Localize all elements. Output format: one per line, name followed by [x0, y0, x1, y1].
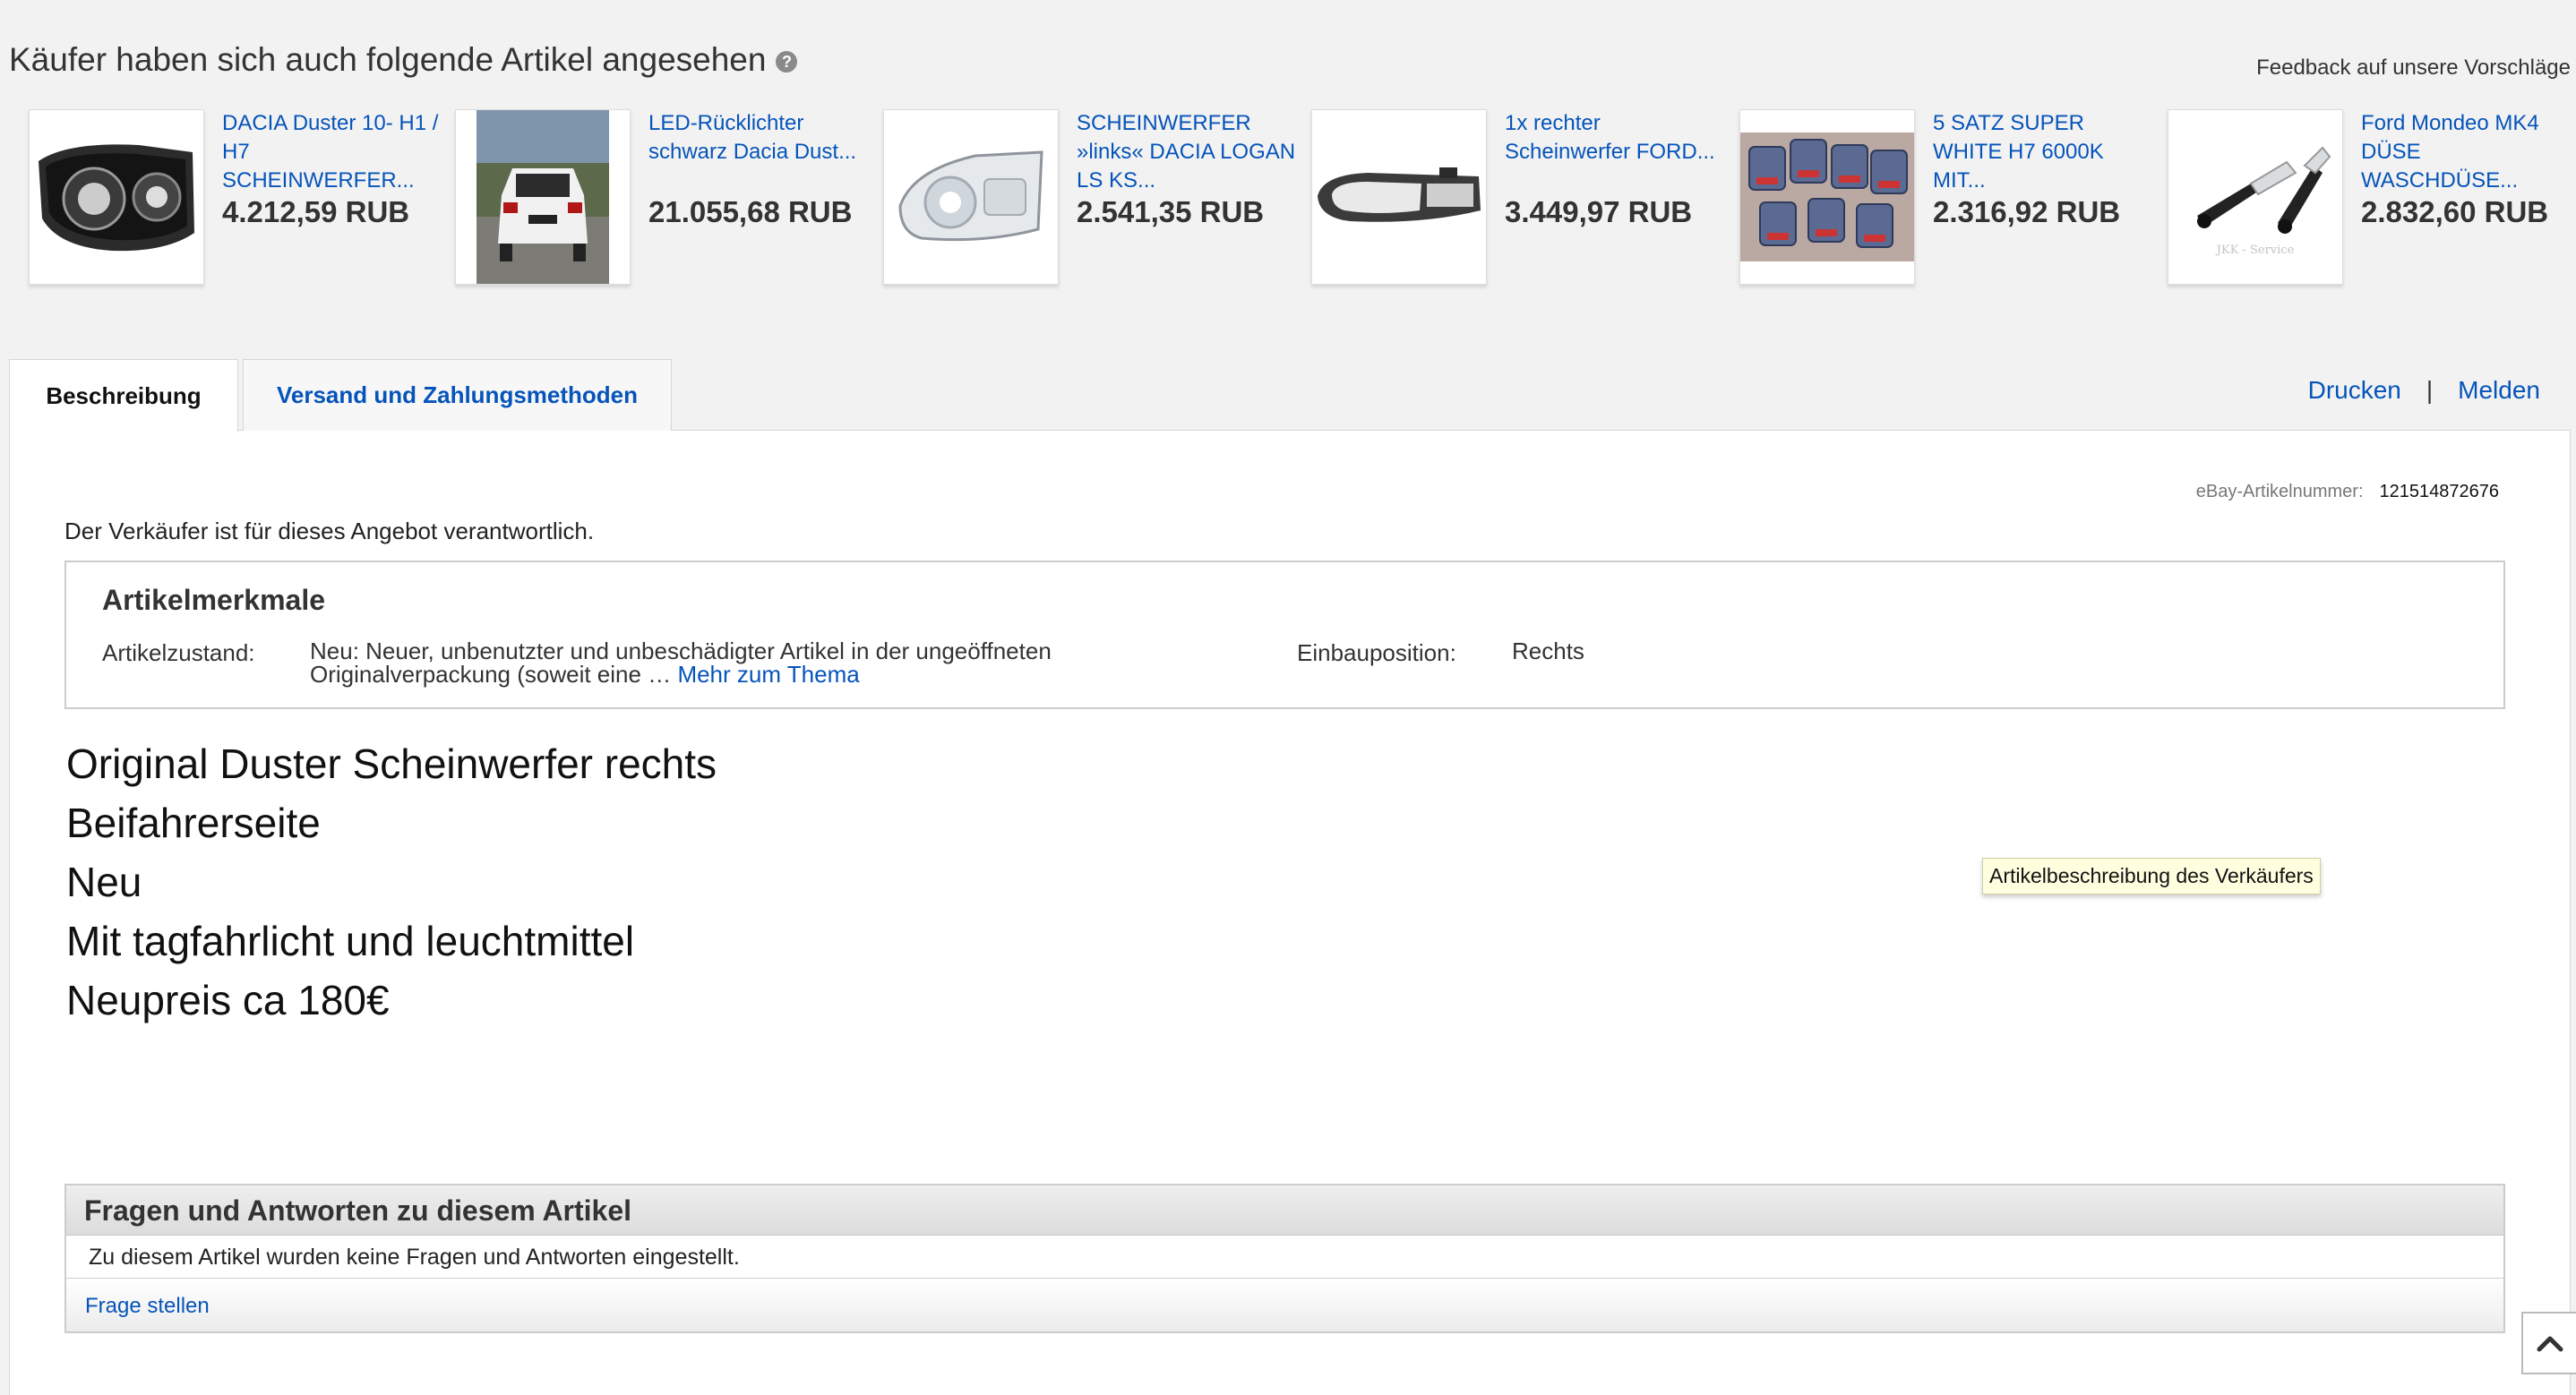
product-title[interactable]: 5 SATZ SUPER WHITE H7 6000K MIT...	[1933, 109, 2152, 195]
feedback-link[interactable]: Feedback auf unsere Vorschläge	[2256, 56, 2571, 81]
condition-value-line1: Neu: Neuer, unbenutzter und unbeschädigt…	[310, 638, 1052, 664]
qa-empty-text: Zu diesem Artikel wurden keine Fragen un…	[66, 1236, 2503, 1279]
product-thumbnail[interactable]	[29, 109, 204, 285]
product-price: 2.541,35 RUB	[1077, 195, 1265, 228]
product-title[interactable]: LED-Rücklichter schwarz Dacia Dust...	[648, 109, 868, 167]
product-thumbnail[interactable]: JKK - Service	[2168, 109, 2343, 285]
top-links: Drucken | Melden	[2308, 376, 2540, 405]
condition-value: Neu: Neuer, unbenutzter und unbeschädigt…	[310, 639, 1116, 686]
product-title[interactable]: SCHEINWERFER »links« DACIA LOGAN LS KS..…	[1077, 109, 1296, 195]
description-line: Mit tagfahrlicht und leuchtmittel	[66, 918, 635, 964]
product-title[interactable]: 1x rechter Scheinwerfer FORD...	[1505, 109, 1724, 167]
product-price: 2.316,92 RUB	[1933, 195, 2121, 228]
qa-title: Fragen und Antworten zu diesem Artikel	[66, 1185, 2503, 1236]
product-title[interactable]: DACIA Duster 10- H1 / H7 SCHEINWERFER...	[222, 109, 442, 195]
product-thumbnail[interactable]	[1311, 109, 1487, 285]
questions-answers-box: Fragen und Antworten zu diesem Artikel Z…	[64, 1184, 2505, 1333]
recommendation-card[interactable]: SCHEINWERFER »links« DACIA LOGAN LS KS..…	[883, 109, 1304, 288]
product-price: 3.449,97 RUB	[1505, 195, 1693, 228]
tab-description[interactable]: Beschreibung	[9, 359, 238, 432]
item-number-label: eBay-Artikelnummer:	[2195, 482, 2364, 501]
description-line: Beifahrerseite	[66, 800, 321, 846]
product-title[interactable]: Ford Mondeo MK4 DÜSE WASCHDÜSE...	[2361, 109, 2576, 195]
product-price: 21.055,68 RUB	[648, 195, 853, 228]
chevron-up-icon	[2537, 1336, 2563, 1352]
seller-description: Original Duster Scheinwerfer rechts Beif…	[66, 734, 717, 1030]
product-thumbnail[interactable]	[455, 109, 631, 285]
product-price: 2.832,60 RUB	[2361, 195, 2549, 228]
recommendations-title: Käufer haben sich auch folgende Artikel …	[9, 41, 798, 79]
report-link[interactable]: Melden	[2458, 376, 2540, 404]
product-thumbnail[interactable]	[1739, 109, 1915, 285]
scroll-to-top-button[interactable]	[2521, 1312, 2576, 1374]
item-specifics-box: Artikelmerkmale Artikelzustand: Neu: Neu…	[64, 561, 2505, 709]
headlight-dark-icon	[39, 144, 194, 252]
position-label: Einbauposition:	[1297, 639, 1456, 666]
qa-footer: Frage stellen	[66, 1279, 2503, 1331]
condition-value-line2: Originalverpackung (soweit eine …	[310, 661, 672, 688]
item-number: eBay-Artikelnummer: 121514872676	[2196, 482, 2499, 502]
recommendations-title-text: Käufer haben sich auch folgende Artikel …	[9, 41, 767, 78]
headlight-long-icon	[1318, 167, 1481, 222]
tab-description-label: Beschreibung	[46, 382, 202, 409]
white-suv-rear-photo	[477, 110, 609, 284]
description-line: Neu	[66, 859, 142, 905]
recommendation-card[interactable]: 5 SATZ SUPER WHITE H7 6000K MIT... 2.316…	[1739, 109, 2160, 288]
help-icon[interactable]: ?	[776, 51, 798, 73]
seller-responsibility-note: Der Verkäufer ist für dieses Angebot ver…	[64, 518, 595, 544]
description-line: Original Duster Scheinwerfer rechts	[66, 740, 717, 787]
ask-question-link[interactable]: Frage stellen	[85, 1294, 210, 1318]
item-specifics-title: Artikelmerkmale	[102, 584, 326, 616]
position-value: Rechts	[1512, 638, 1584, 664]
tab-shipping-payment[interactable]: Versand und Zahlungsmethoden	[243, 359, 672, 431]
recommendation-card[interactable]: DACIA Duster 10- H1 / H7 SCHEINWERFER...…	[29, 109, 450, 288]
description-line: Neupreis ca 180€	[66, 977, 390, 1023]
link-separator: |	[2426, 376, 2434, 404]
headlight-clear-icon	[898, 150, 1043, 242]
recommendation-card[interactable]: 1x rechter Scheinwerfer FORD... 3.449,97…	[1311, 109, 1732, 288]
product-watermark: JKK - Service	[2216, 244, 2295, 257]
product-thumbnail[interactable]	[883, 109, 1059, 285]
condition-label: Artikelzustand:	[102, 639, 255, 666]
bulb-packs-photo	[1740, 133, 1914, 261]
product-price: 4.212,59 RUB	[222, 195, 410, 228]
description-tooltip: Artikelbeschreibung des Verkäufers	[1982, 858, 2321, 894]
tab-shipping-label: Versand und Zahlungsmethoden	[276, 381, 639, 408]
print-link[interactable]: Drucken	[2308, 376, 2401, 404]
recommendation-card[interactable]: JKK - Service Ford Mondeo MK4 DÜSE WASCH…	[2168, 109, 2576, 288]
recommendation-card[interactable]: LED-Rücklichter schwarz Dacia Dust... 21…	[455, 109, 876, 288]
item-number-value: 121514872676	[2379, 482, 2499, 501]
more-info-link[interactable]: Mehr zum Thema	[677, 661, 859, 688]
